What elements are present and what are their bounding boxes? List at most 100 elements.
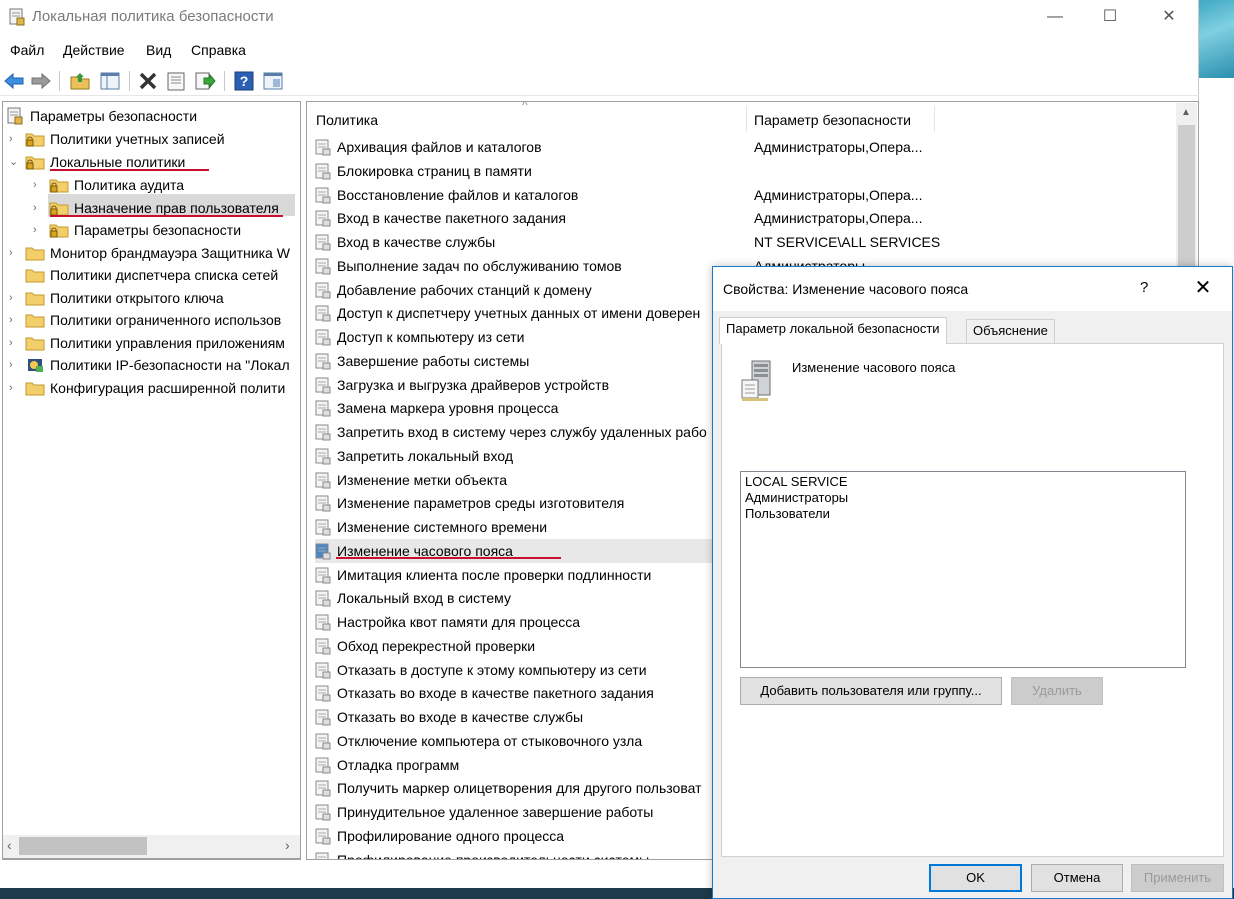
tree-root-label[interactable]: Параметры безопасности [30,105,197,127]
security-policy-app-icon [9,8,25,26]
dialog-close-button[interactable]: ✕ [1191,277,1215,301]
locked-folder-icon [25,133,45,147]
show-hide-tree-icon[interactable] [99,70,121,92]
account-item[interactable]: Пользователи [745,506,1181,522]
properties-icon[interactable] [165,70,187,92]
policy-name-cell: Выполнение задач по обслуживанию томов [337,257,622,274]
tree-expand-chevron-icon[interactable]: › [9,242,19,264]
tree-item-software-restriction[interactable]: Политики ограниченного использов [50,309,281,331]
account-item[interactable]: Администраторы [745,490,1181,506]
tree-item-advanced-audit[interactable]: Конфигурация расширенной полити [50,377,285,399]
tree-item-firewall-monitor[interactable]: Монитор брандмауэра Защитника W [50,242,290,264]
tree-pane: Параметры безопасности › Политики учетных… [2,101,301,860]
policy-setting-icon [315,804,331,821]
policy-setting-cell: Администраторы,Опера... [754,139,923,155]
help-icon[interactable]: ? [233,70,255,92]
tree-item-audit-policy[interactable]: Политика аудита [74,174,184,196]
policy-setting-icon [315,187,331,203]
policy-name-cell: Обход перекрестной проверки [337,637,536,654]
policy-setting-icon [315,662,331,678]
policy-name-cell: Отказать во входе в качестве пакетного з… [337,685,654,702]
tree-expand-chevron-icon[interactable]: › [9,309,19,331]
policy-name-cell: Вход в качестве службы [337,234,496,250]
tab-explain[interactable]: Объяснение [966,319,1055,343]
toolbar-separator [129,71,130,91]
tree-item-network-list-manager[interactable]: Политики диспетчера списка сетей [50,264,278,286]
minimize-button[interactable]: — [1032,0,1078,34]
policy-name-cell: Изменение параметров среды изготовителя [337,495,625,512]
policy-row[interactable]: Блокировка страниц в памяти [315,159,1195,183]
back-arrow-icon[interactable] [3,70,25,92]
folder-icon [25,337,45,351]
apply-button[interactable]: Применить [1131,864,1224,892]
menu-action[interactable]: Действие [63,42,125,58]
tree-expand-chevron-icon[interactable]: › [33,219,43,241]
ip-security-icon [28,359,43,372]
policy-name-cell: Завершение работы системы [337,352,530,369]
policy-name: Изменение часового пояса [792,360,956,375]
tree-expand-chevron-icon[interactable]: ⌄ [9,151,19,173]
tree-item-account-policies[interactable]: Политики учетных записей [50,128,225,150]
tab-local-security-setting[interactable]: Параметр локальной безопасности [719,317,947,344]
policy-setting-cell: Администраторы,Опера... [754,186,923,203]
window-title: Локальная политика безопасности [32,8,274,25]
policy-row[interactable]: Вход в качестве службы NT SERVICE\ALL SER… [315,230,1195,254]
tree-item-app-control[interactable]: Политики управления приложениям [50,332,285,354]
tree-expand-chevron-icon[interactable] [9,264,19,286]
delete-icon[interactable] [137,70,159,92]
policy-name-cell: Отказать в доступе к этому компьютеру из… [337,661,647,678]
tree-expand-chevron-icon[interactable]: › [9,332,19,354]
column-header-setting[interactable]: Параметр безопасности [754,112,911,128]
policy-row[interactable]: Архивация файлов и каталогов Администрато… [315,135,1195,159]
menu-view[interactable]: Вид [146,42,171,58]
tree-expand-chevron-icon[interactable]: › [9,128,19,150]
account-item[interactable]: LOCAL SERVICE [745,474,1181,490]
tree-expand-chevron-icon[interactable]: › [33,197,43,219]
column-header-policy[interactable]: Политика [316,112,378,128]
up-folder-icon[interactable] [69,70,91,92]
policy-name-cell: Запретить локальный вход [337,447,513,464]
policy-row[interactable]: Вход в качестве пакетного задания Админис… [315,206,1195,230]
add-user-or-group-button[interactable]: Добавить пользователя или группу... [740,677,1002,705]
scroll-up-icon[interactable]: ▲ [1181,107,1191,118]
tree-expand-chevron-icon[interactable]: › [33,174,43,196]
tree-expand-chevron-icon[interactable]: › [9,377,19,399]
policy-name-cell: Доступ к диспетчеру учетных данных от им… [337,305,701,322]
tree-item-ip-security[interactable]: Политики IP-безопасности на "Локал [50,354,290,376]
policy-setting-icon [315,495,331,512]
folder-icon [25,292,45,306]
policy-setting-icon [315,282,331,298]
view-icon[interactable] [262,70,284,92]
policy-name-cell: Блокировка страниц в памяти [337,162,532,179]
policy-setting-icon [315,163,331,180]
tree-item-public-key-policies[interactable]: Политики открытого ключа [50,287,224,309]
scroll-left-icon[interactable]: ‹ [7,837,12,853]
policy-setting-icon [315,305,331,322]
tree-horizontal-scrollbar[interactable]: ‹ › [2,835,301,859]
ok-button[interactable]: OK [929,864,1022,892]
policy-row[interactable]: Восстановление файлов и каталогов Админис… [315,183,1195,207]
remove-button[interactable]: Удалить [1011,677,1103,705]
tree-item-security-options[interactable]: Параметры безопасности [74,219,241,241]
scroll-right-icon[interactable]: › [285,837,290,853]
close-window-button[interactable]: ✕ [1146,0,1192,34]
menu-help[interactable]: Справка [191,42,246,58]
policy-name-cell: Получить маркер олицетворения для другог… [337,780,702,797]
dialog-help-button[interactable]: ? [1140,279,1148,296]
properties-dialog: Свойства: Изменение часового пояса ? ✕ П… [712,266,1233,899]
folder-icon [25,314,45,328]
sort-indicator-icon: ^ [522,101,528,112]
tree-expand-chevron-icon[interactable]: › [9,287,19,309]
maximize-button[interactable]: ☐ [1087,0,1133,34]
scroll-thumb[interactable] [19,837,147,855]
export-icon[interactable] [194,70,216,92]
menu-file[interactable]: Файл [10,42,44,58]
forward-arrow-icon[interactable] [30,70,52,92]
accounts-listbox[interactable]: LOCAL SERVICE Администраторы Пользовател… [740,471,1186,668]
tree-expand-chevron-icon[interactable]: › [9,354,19,376]
policy-setting-cell: Администраторы,Опера... [754,210,923,227]
policy-setting-icon [315,852,329,859]
policy-name-cell: Настройка квот памяти для процесса [337,614,581,630]
policy-name-cell: Профилирование производительности систем… [337,851,650,860]
cancel-button[interactable]: Отмена [1031,864,1123,892]
